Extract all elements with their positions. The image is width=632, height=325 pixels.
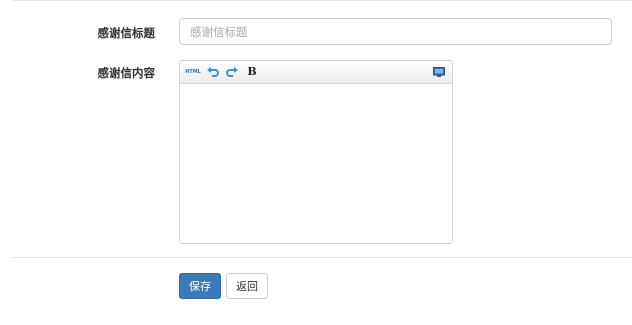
redo-icon[interactable] — [225, 65, 239, 79]
fullscreen-icon[interactable] — [432, 65, 446, 79]
back-button[interactable]: 返回 — [226, 273, 268, 299]
bold-button[interactable]: B — [246, 65, 258, 79]
editor-content-area[interactable] — [180, 84, 452, 243]
save-button[interactable]: 保存 — [179, 273, 221, 299]
top-divider — [12, 0, 632, 1]
content-label: 感谢信内容 — [97, 66, 156, 80]
html-source-button[interactable]: HTML — [185, 65, 201, 79]
title-input[interactable] — [179, 18, 612, 45]
bottom-divider — [12, 257, 632, 258]
title-label: 感谢信标题 — [97, 26, 156, 40]
undo-icon[interactable] — [206, 65, 220, 79]
rich-text-editor: HTML B — [179, 60, 453, 244]
editor-toolbar: HTML B — [180, 61, 452, 84]
